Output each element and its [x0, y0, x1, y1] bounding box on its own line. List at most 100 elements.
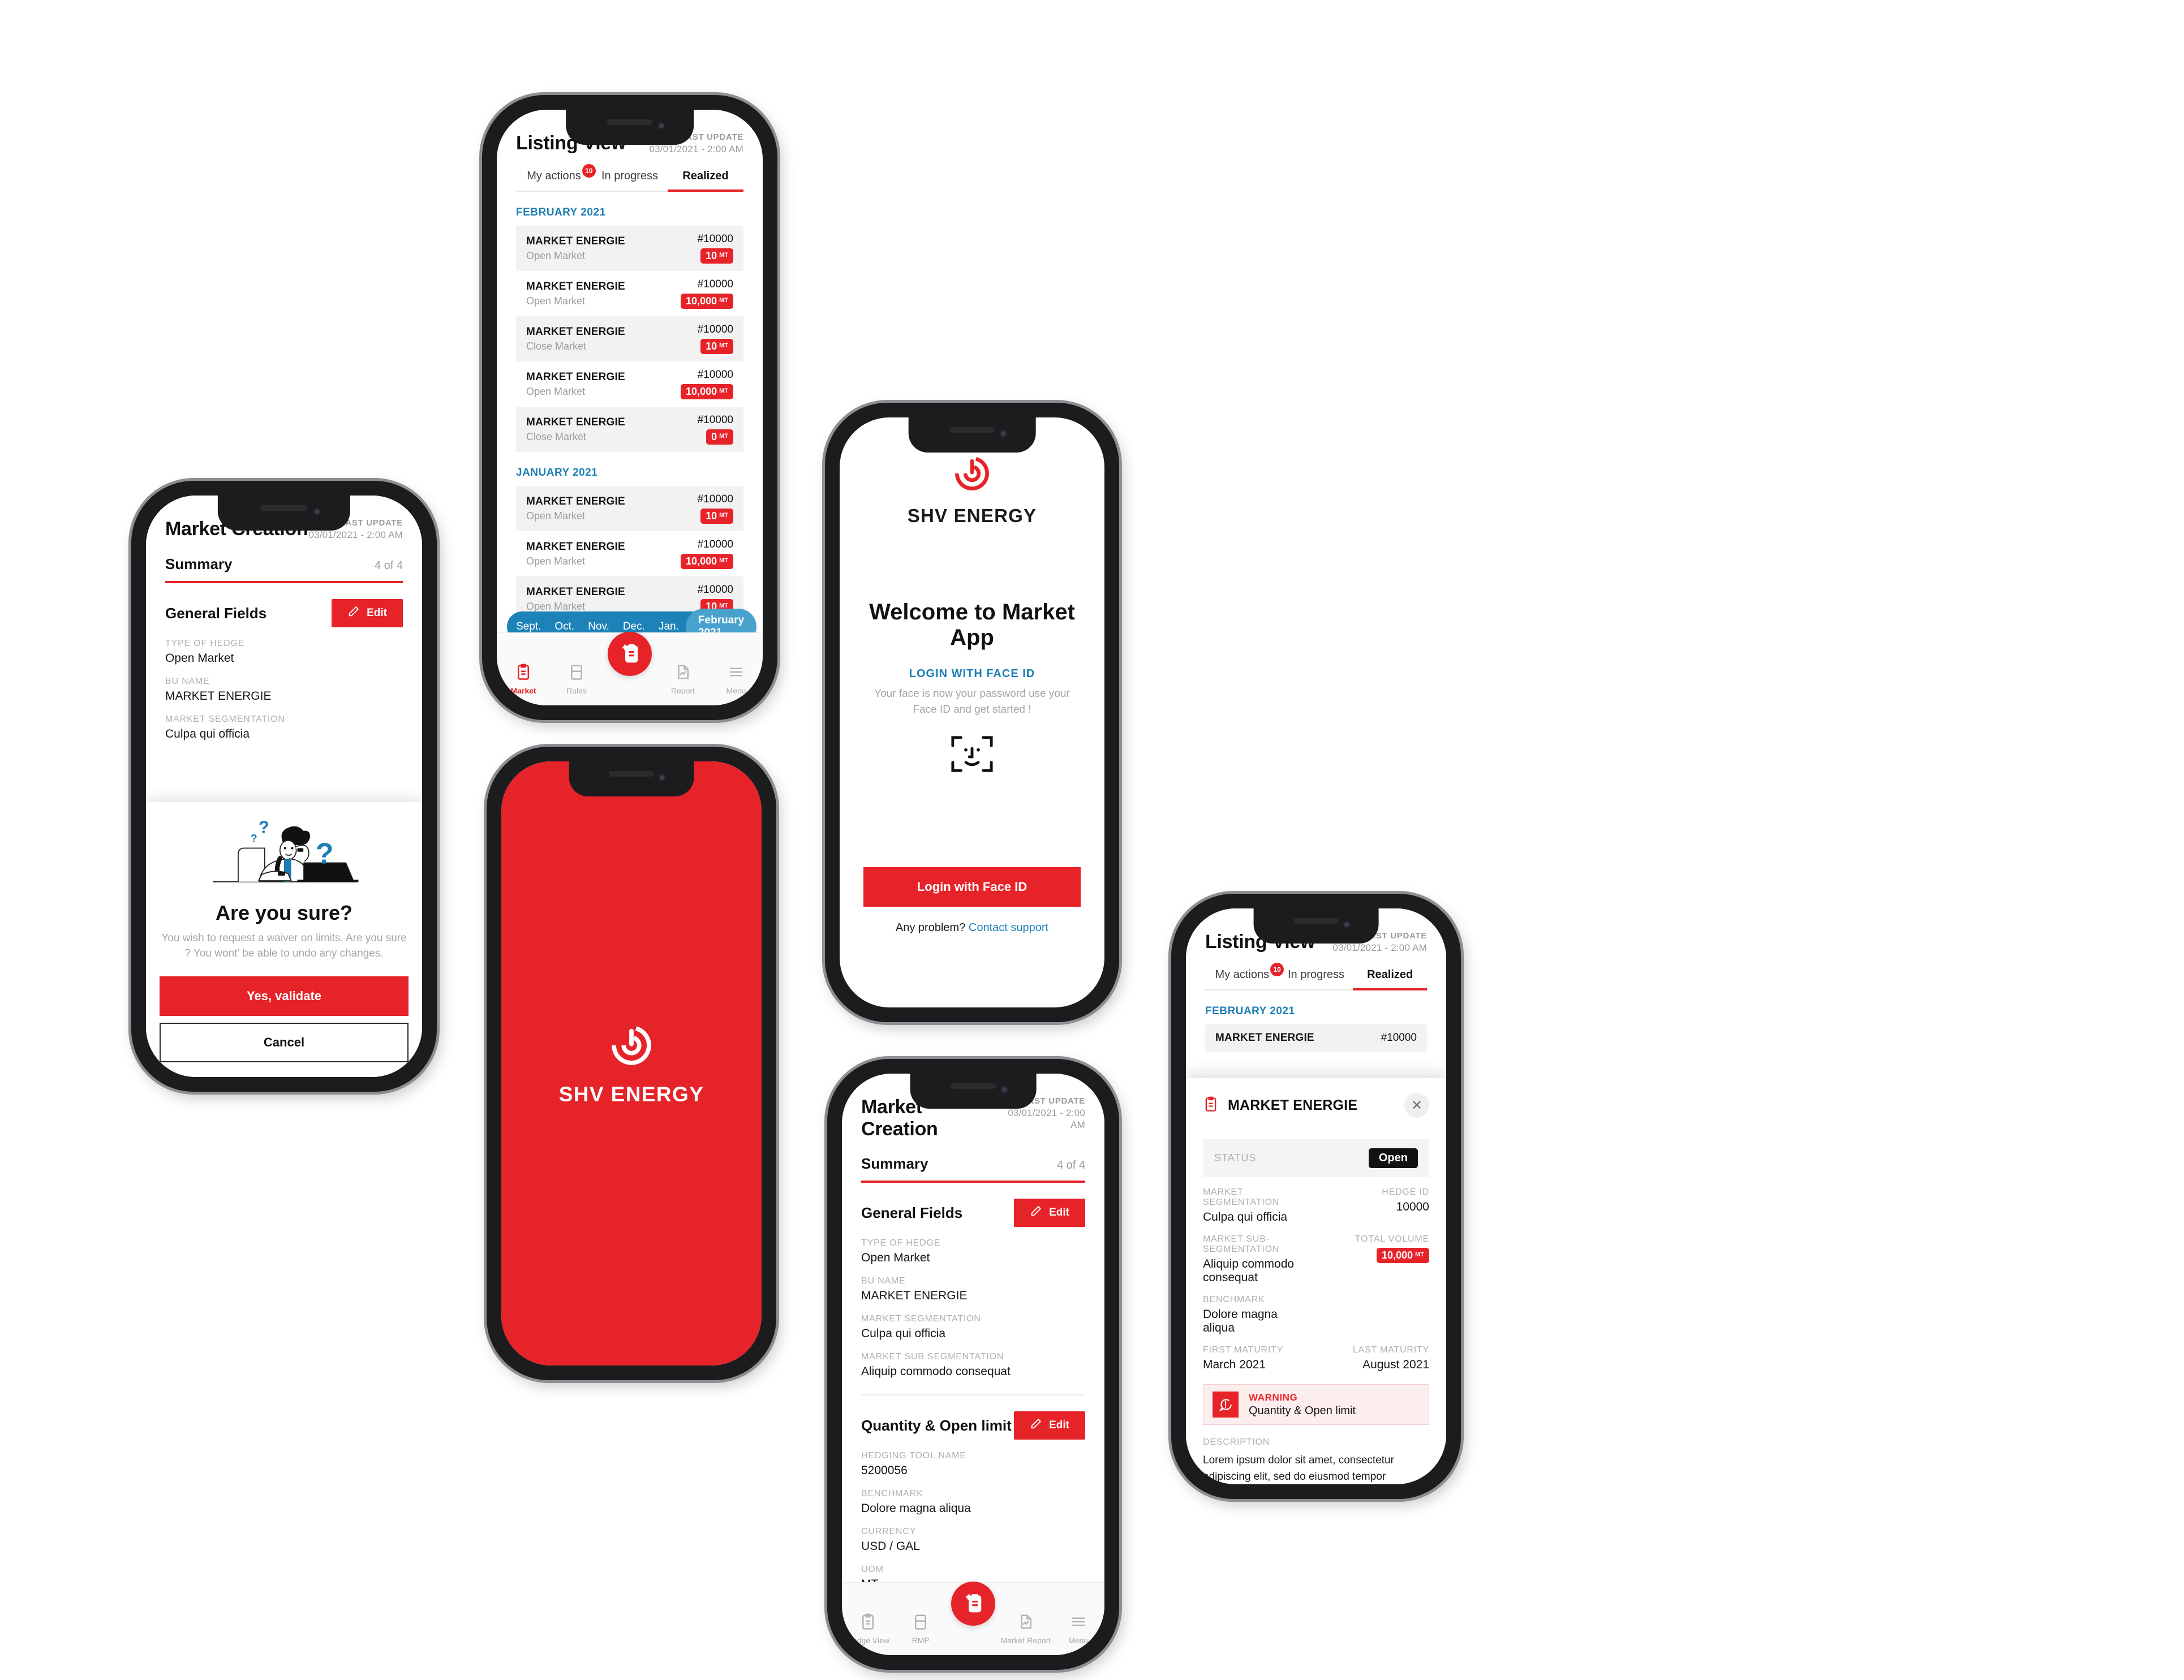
add-clipboard-icon [619, 642, 640, 666]
summary-count: 4 of 4 [1056, 1159, 1085, 1171]
clipboard-icon [515, 664, 532, 682]
cancel-button[interactable]: Cancel [160, 1023, 409, 1062]
edit-label: Edit [367, 607, 387, 619]
add-market-fab[interactable] [951, 1582, 995, 1626]
phone-market-creation-confirm: Market Creation LAST UPDATE 03/01/2021 -… [131, 481, 437, 1092]
month-jan[interactable]: Jan. [652, 621, 686, 633]
support-prefix: Any problem? [895, 921, 969, 934]
shv-power-logo-icon [951, 453, 993, 497]
field-type-of-hedge: TYPE OF HEDGE Open Market [165, 639, 245, 665]
alert-icon [1213, 1392, 1239, 1418]
month-nov[interactable]: Nov. [581, 621, 616, 633]
tab-my-actions[interactable]: My actions 10 [516, 164, 596, 191]
table-row[interactable]: MARKET ENERGIE Open Market #10000 10 MT [516, 486, 743, 531]
detail-title: MARKET ENERGIE [1228, 1097, 1358, 1113]
table-row[interactable]: MARKET ENERGIE #10000 [1205, 1024, 1427, 1052]
tab-realized[interactable]: Realized [668, 170, 743, 192]
description-block: DESCRIPTION Lorem ipsum dolor sit amet, … [1203, 1437, 1429, 1484]
month-oct[interactable]: Oct. [548, 621, 581, 633]
warning-banner: WARNING Quantity & Open limit [1203, 1384, 1429, 1425]
month-dec[interactable]: Dec. [616, 621, 652, 633]
tab-in-progress[interactable]: In progress [592, 170, 668, 191]
close-icon[interactable]: ✕ [1404, 1093, 1429, 1118]
section-divider [861, 1394, 1085, 1395]
field-currency: CURRENCY USD / GAL [861, 1527, 920, 1553]
detail-row-segmentation: MARKET SEGMENTATION Culpa qui officia HE… [1203, 1187, 1429, 1224]
detail-row-benchmark: BENCHMARK Dolore magna aliqua [1203, 1295, 1278, 1334]
table-row[interactable]: MARKET ENERGIE Close Market #10000 0 MT [516, 407, 743, 452]
description-text: Lorem ipsum dolor sit amet, consectetur … [1203, 1454, 1394, 1483]
confirm-sheet: ? ? ? Are you sure? You wish to request … [146, 802, 422, 1077]
phone-notch [569, 761, 694, 796]
total-volume-chip: 10,000 MT [1377, 1248, 1429, 1263]
nav-market-report[interactable]: Market Report [999, 1613, 1052, 1645]
contact-support-link[interactable]: Contact support [969, 921, 1048, 934]
listing-tabs: My actions 10 In progress Realized [516, 164, 743, 192]
login-subtitle: Your face is now your password use your … [874, 688, 1070, 716]
nav-hedge-view[interactable]: Hedge View [842, 1613, 895, 1645]
svg-text:?: ? [251, 833, 257, 845]
status-badge: Open [1368, 1148, 1418, 1168]
hamburger-icon [1070, 1613, 1087, 1632]
month-group-february: FEBRUARY 2021 [1205, 1005, 1295, 1017]
pencil-icon [1030, 1205, 1042, 1221]
add-market-fab[interactable] [608, 632, 652, 676]
month-group-january: JANUARY 2021 [516, 467, 598, 479]
brand-block: SHV ENERGY [908, 453, 1037, 527]
month-sept[interactable]: Sept. [509, 621, 548, 633]
table-row[interactable]: MARKET ENERGIE Open Market #10000 10,000 MT [516, 271, 743, 316]
phone-notch [908, 417, 1036, 453]
nav-report[interactable]: Report [656, 664, 710, 695]
table-row[interactable]: MARKET ENERGIE Open Market #10000 10,000 MT [516, 531, 743, 576]
phone-listing-detail: Listing View LAST UPDATE 03/01/2021 - 2:… [1171, 894, 1461, 1499]
tab-realized[interactable]: Realized [1353, 968, 1427, 990]
phone-notch [910, 1074, 1037, 1109]
edit-general-fields-button[interactable]: Edit [332, 599, 403, 627]
brand-name: SHV ENERGY [907, 505, 1037, 526]
brand-name: SHV ENERGY [558, 1082, 704, 1106]
nav-menu[interactable]: Menu [710, 664, 763, 695]
phone-notch [217, 496, 351, 531]
status-row: STATUS Open [1203, 1139, 1429, 1177]
report-icon [1017, 1613, 1034, 1632]
table-row[interactable]: MARKET ENERGIE Open Market #10000 10 MT [516, 226, 743, 271]
login-heading: LOGIN WITH FACE ID [909, 667, 1035, 680]
yes-validate-button[interactable]: Yes, validate [160, 976, 409, 1016]
nav-market[interactable]: Market [497, 664, 550, 695]
edit-general-fields-button[interactable]: Edit [1014, 1199, 1085, 1227]
field-type-of-hedge: TYPE OF HEDGE Open Market [861, 1238, 941, 1264]
pencil-icon [347, 605, 360, 621]
warning-title: WARNING [1249, 1392, 1298, 1403]
month-group-february: FEBRUARY 2021 [516, 206, 606, 218]
listing-tabs: My actions 10 In progress Realized [1205, 963, 1427, 990]
general-fields-title: General Fields [861, 1204, 963, 1221]
table-row[interactable]: MARKET ENERGIE Close Market #10000 10 MT [516, 316, 743, 361]
login-face-id-button[interactable]: Login with Face ID [863, 867, 1081, 907]
field-market-segmentation: MARKET SEGMENTATION Culpa qui officia [165, 714, 285, 740]
progress-rule [861, 1181, 1085, 1183]
splash-screen: SHV ENERGY [501, 761, 762, 1365]
login-screen: SHV ENERGY Welcome to Market App LOGIN W… [840, 417, 1104, 1007]
tab-my-actions[interactable]: My actions 10 [1205, 963, 1284, 989]
behind-row-name: MARKET ENERGIE [1215, 1032, 1314, 1044]
report-icon [674, 664, 691, 682]
nav-menu[interactable]: Menu [1052, 1613, 1104, 1645]
hamburger-icon [728, 664, 745, 682]
phone-market-creation-summary: Market Creation LAST UPDATE 03/01/2021 -… [827, 1059, 1119, 1670]
behind-row-hedge-id: #10000 [1381, 1032, 1417, 1044]
book-icon [568, 664, 585, 682]
progress-rule [165, 581, 403, 583]
table-row[interactable]: MARKET ENERGIE Open Market #10000 10,000 MT [516, 361, 743, 407]
nav-rmp[interactable]: RMP [895, 1613, 947, 1645]
nav-rules[interactable]: Rules [550, 664, 603, 695]
clipboard-icon [859, 1613, 876, 1632]
detail-row-sub-segmentation: MARKET SUB-SEGMENTATION Aliquip commodo … [1203, 1234, 1429, 1284]
add-clipboard-icon [962, 1592, 984, 1616]
shv-power-logo-icon [607, 1021, 656, 1072]
edit-quantity-button[interactable]: Edit [1014, 1411, 1085, 1440]
tab-in-progress[interactable]: In progress [1279, 968, 1353, 989]
confirm-title: Are you sure? [215, 901, 353, 924]
quantity-open-limit-title: Quantity & Open limit [861, 1416, 1012, 1434]
warning-subtitle: Quantity & Open limit [1249, 1404, 1356, 1417]
general-fields-title: General Fields [165, 604, 267, 622]
